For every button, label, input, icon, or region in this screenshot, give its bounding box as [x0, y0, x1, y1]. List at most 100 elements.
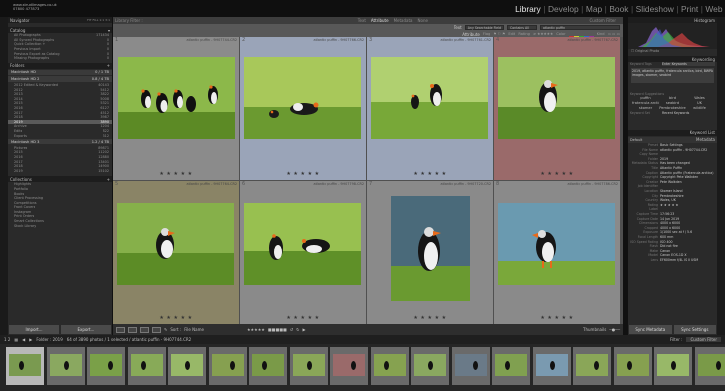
compare-view-button[interactable] — [140, 326, 149, 333]
module-library[interactable]: Library — [513, 4, 544, 14]
metadata-value[interactable]: Basic Settings — [660, 143, 715, 147]
module-print[interactable]: Print — [679, 4, 701, 14]
grid-cell[interactable]: 8 atlantic puffin - 9H07786-CR2 ★ ★ ★ ★ ★ — [494, 181, 620, 324]
collection-item[interactable]: Stock Library — [8, 223, 112, 228]
grid-cell[interactable]: 2 atlantic puffin - 9H07766-CR2 ★ ★ ★ ★ ★ — [240, 37, 366, 180]
kind-icons[interactable]: ▭ ▭ ▭ — [608, 32, 620, 37]
metadata-value[interactable]: Canon — [660, 249, 715, 253]
back-icon[interactable]: ◀ — [22, 337, 25, 342]
rating-stars[interactable]: ★ ★ ★ ★ ★ — [113, 315, 239, 321]
filmstrip-thumbnail[interactable] — [654, 347, 692, 385]
sync-metadata-button[interactable]: Sync Metadata — [629, 325, 672, 334]
add-icon[interactable]: + — [107, 177, 110, 182]
filter-attribute[interactable]: Attribute — [371, 18, 389, 23]
filmstrip-thumbnail[interactable] — [6, 347, 44, 385]
filmstrip-thumbnail[interactable] — [208, 347, 247, 385]
metadata-value[interactable]: Pembrokeshire — [660, 194, 715, 198]
folder-source[interactable]: Folder : 2019 — [36, 337, 62, 342]
rating-stars[interactable]: ★ ★ ★ ★ ★ — [113, 171, 239, 177]
survey-view-button[interactable] — [152, 326, 161, 333]
navigator-modes[interactable]: FIT FILL 1:1 3:1 — [87, 18, 110, 22]
metadata-value[interactable]: Atlantic puffin (Fratercula arctica) — [660, 171, 715, 175]
metadata-value[interactable]: 1/1000 sec at f / 5.6 — [660, 230, 715, 234]
filmstrip-thumbnail[interactable] — [532, 347, 571, 385]
filmstrip-thumbnail[interactable] — [370, 347, 409, 385]
volume-macintosh-hd[interactable]: Macintosh HD 0 / 1 TB — [8, 69, 112, 76]
keyword-tags-mode[interactable]: Enter Keywords — [662, 62, 715, 67]
metadata-value[interactable]: 17:56:23 — [660, 212, 715, 216]
metadata-value[interactable]: atlantic puffin - 9H07744.CR2 — [660, 148, 715, 152]
keyword-list-header[interactable]: Keyword List — [628, 129, 717, 136]
filmstrip-thumbnail[interactable] — [46, 347, 85, 385]
import-button[interactable]: Import... — [9, 325, 59, 334]
rotate-right-icon[interactable]: ↻ — [296, 327, 299, 332]
metadata-value[interactable]: ISO 400 — [660, 240, 715, 244]
searchable-field-select[interactable]: Any Searchable Field — [464, 25, 504, 31]
rating-stars[interactable]: ★ ★ ★ ★ ★ — [240, 171, 366, 177]
filmstrip-filter-select[interactable]: Custom Filter — [686, 337, 721, 342]
filter-preset[interactable]: Custom Filter — [589, 18, 616, 23]
next-icon[interactable]: ▶ — [303, 327, 306, 332]
keyword-suggestion[interactable]: skomer — [632, 106, 659, 111]
module-web[interactable]: Web — [703, 4, 725, 14]
contains-select[interactable]: Contains All — [507, 25, 537, 31]
keyword-tags-field[interactable]: 2019, atlantic puffin, fratercula arctic… — [631, 67, 714, 83]
metadata-value[interactable]: EF600mm f/4L IS II USM — [660, 258, 715, 262]
grid-cell[interactable]: 3 atlantic puffin - 9H07761-CR2 ★ ★ ★ ★ ★ — [367, 37, 493, 180]
metadata-value[interactable]: Canon EOS-1D X — [660, 253, 715, 257]
filmstrip-thumbnail[interactable] — [127, 347, 166, 385]
filmstrip-thumbnail[interactable] — [411, 347, 449, 385]
filmstrip-thumbnail[interactable] — [168, 347, 206, 385]
rating-stars[interactable]: ★ ★ ★ ★ ★ — [494, 171, 620, 177]
left-panel-edge[interactable] — [0, 17, 8, 335]
metadata-value[interactable]: 2019 — [660, 157, 715, 161]
metadata-value[interactable]: 4000 x 6000 — [660, 226, 715, 230]
grid-cell[interactable]: 4 atlantic puffin - 9H07767-CR2 ★ ★ ★ ★ ★ — [494, 37, 620, 180]
catalog-item[interactable]: Missing Photographs 0 — [8, 56, 112, 61]
metadata-value[interactable]: Atlantic Puffin — [660, 166, 715, 170]
metadata-value[interactable]: Copyright Pete Walkden — [660, 175, 715, 179]
collapse-icon[interactable]: ▾ — [108, 28, 110, 33]
rating-filter[interactable]: ≥ ★★★★★ — [533, 32, 553, 37]
filter-none[interactable]: None — [418, 18, 428, 23]
rating-stars-toolbar[interactable]: ★★★★★ — [247, 327, 265, 332]
filmstrip-thumbnail[interactable] — [330, 347, 368, 385]
sync-settings-button[interactable]: Sync Settings — [673, 325, 716, 334]
export-button[interactable]: Export... — [61, 325, 111, 334]
module-slideshow[interactable]: Slideshow — [633, 4, 676, 14]
right-panel-edge[interactable] — [717, 17, 725, 335]
metadata-value[interactable]: 4000 x 6000 — [660, 221, 715, 225]
rating-stars[interactable]: ★ ★ ★ ★ ★ — [367, 315, 493, 321]
rating-stars[interactable]: ★ ★ ★ ★ ★ — [494, 315, 620, 321]
monitor-buttons[interactable]: 1 2 — [4, 337, 10, 342]
filmstrip-thumbnail[interactable] — [249, 347, 287, 385]
grid-cell[interactable]: 6 atlantic puffin - 9H07798-CR2 ★ ★ ★ ★ ★ — [240, 181, 366, 324]
filter-text[interactable]: Text — [358, 18, 366, 23]
grid-view-button[interactable] — [116, 326, 125, 333]
thumbnail-size-slider[interactable]: ─●── — [609, 327, 620, 332]
filmstrip-thumbnail[interactable] — [289, 347, 328, 385]
rating-stars[interactable]: ★ ★ ★ ★ ★ — [367, 171, 493, 177]
module-map[interactable]: Map — [583, 4, 604, 14]
original-photo-checkbox[interactable]: ☐ Original Photo — [628, 49, 717, 54]
grid-icon[interactable]: ▦ — [14, 337, 18, 342]
metadata-value[interactable]: ★ ★ ★ ★ ★ — [660, 203, 715, 207]
rating-stars[interactable]: ★ ★ ★ ★ ★ — [240, 315, 366, 321]
keyword-set-select[interactable]: Recent Keywords — [662, 111, 715, 115]
metadata-value[interactable]: Has been changed — [660, 161, 715, 165]
filmstrip-thumbnail[interactable] — [573, 347, 611, 385]
folder-item[interactable]: 2019 15102 — [8, 168, 112, 173]
metadata-value[interactable]: 14 Jun 2019 — [660, 217, 715, 221]
keyword-suggestion[interactable]: Pembrokeshire — [659, 106, 686, 111]
volume-macintosh-hd-3[interactable]: Macintosh HD 3 1.2 / 4 TB — [8, 138, 112, 145]
grid-cell[interactable]: 5 atlantic puffin - 9H07764-CR2 ★ ★ ★ ★ ★ — [113, 181, 239, 324]
grid-cell[interactable]: 7 atlantic puffin - 9H07720-CR2 ★ ★ ★ ★ ★ — [367, 181, 493, 324]
color-label-toolbar[interactable]: ■■■■■ — [268, 327, 287, 332]
grid-cell[interactable]: 1 atlantic puffin - 9H07744-CR2 ★ ★ ★ ★ ★ — [113, 37, 239, 180]
flag-icons[interactable]: ⚑ ⚐ ⚑ — [493, 32, 505, 37]
sort-select[interactable]: File Name — [184, 327, 204, 332]
filmstrip-thumbnail[interactable] — [87, 347, 125, 385]
metadata-value[interactable]: Skomer Island — [660, 189, 715, 193]
module-book[interactable]: Book — [607, 4, 631, 14]
metadata-value[interactable]: Did not fire — [660, 244, 715, 248]
